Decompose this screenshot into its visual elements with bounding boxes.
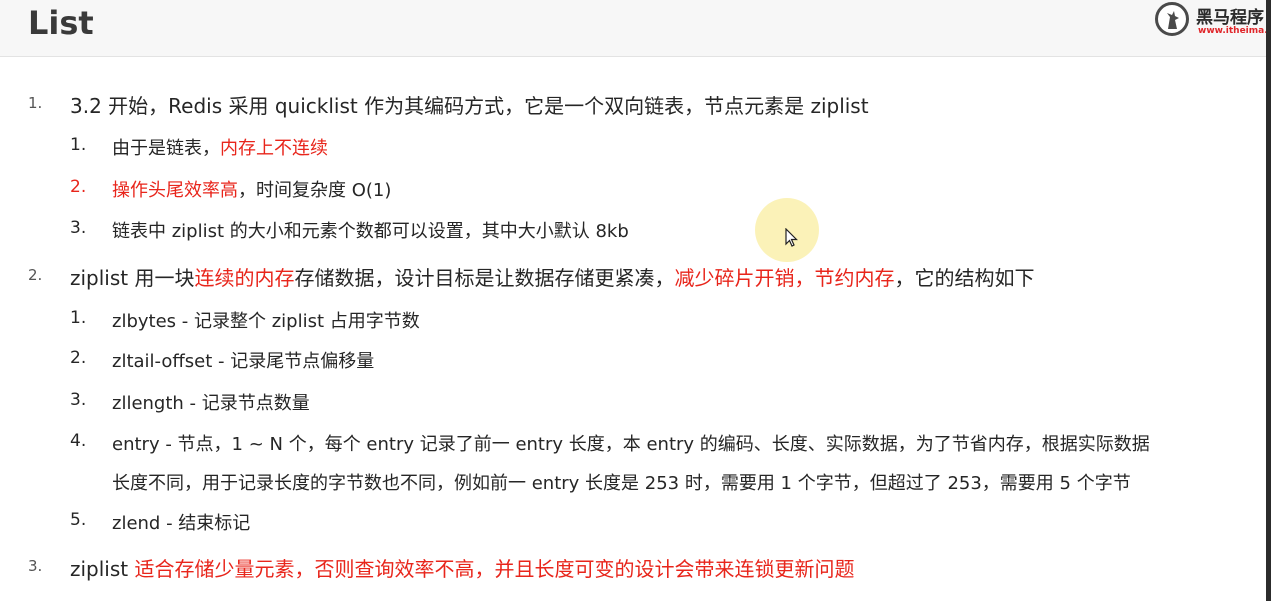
logo-url: www.itheima.c <box>1198 26 1271 36</box>
item-text: 链表中 ziplist 的大小和元素个数都可以设置，其中大小默认 8kb <box>112 221 629 242</box>
sub-item-number: 3. <box>70 218 87 238</box>
item-text: ziplist <box>70 557 135 581</box>
sub-list-item-continuation: 长度不同，用于记录长度的字节数也不同，例如前一 entry 长度是 253 时，… <box>112 473 1131 494</box>
highlighted-text: 操作头尾效率高 <box>112 180 238 201</box>
item-text: 存储数据，设计目标是让数据存储更紧凑， <box>294 266 675 290</box>
sub-item-number: 3. <box>70 390 87 410</box>
item-text: 由于是链表， <box>112 138 220 159</box>
sub-item-number: 4. <box>70 431 87 451</box>
logo-name: 黑马程序 <box>1196 8 1264 28</box>
logo-emblem-icon <box>1155 2 1189 36</box>
list-item: ziplist 适合存储少量元素，否则查询效率不高，并且长度可变的设计会带来连锁… <box>70 553 854 582</box>
sub-list-item: zllength - 记录节点数量 <box>112 389 310 415</box>
highlighted-text: 适合存储少量元素，否则查询效率不高，并且长度可变的设计会带来连锁更新问题 <box>134 557 855 581</box>
sub-list-item: zlbytes - 记录整个 ziplist 占用字节数 <box>112 307 420 333</box>
mouse-cursor-icon <box>785 228 798 247</box>
page-title: List <box>28 4 94 42</box>
sub-list-item: zlend - 结束标记 <box>112 509 250 535</box>
sub-item-number: 1. <box>70 135 87 155</box>
sub-list-item: entry - 节点，1 ~ N 个，每个 entry 记录了前一 entry … <box>112 430 1150 456</box>
highlighted-text: 连续的内存 <box>194 266 295 290</box>
item-text: zlbytes - 记录整个 ziplist 占用字节数 <box>112 311 420 332</box>
title-bar: List 黑马程序 www.itheima.c <box>0 0 1271 57</box>
item-text: zllength - 记录节点数量 <box>112 393 310 414</box>
item-text: 3.2 开始，Redis 采用 quicklist 作为其编码方式，它是一个双向… <box>70 94 869 118</box>
item-text: zlend - 结束标记 <box>112 513 251 534</box>
item-text: ，时间复杂度 O(1) <box>238 180 392 201</box>
highlighted-text: 减少碎片开销，节约内存 <box>674 266 895 290</box>
sub-list-item: 链表中 ziplist 的大小和元素个数都可以设置，其中大小默认 8kb <box>112 217 629 243</box>
item-text: ziplist 用一块 <box>70 266 195 290</box>
item-text: zltail-offset - 记录尾节点偏移量 <box>112 351 375 372</box>
sub-list-item: zltail-offset - 记录尾节点偏移量 <box>112 347 374 373</box>
brand-logo: 黑马程序 www.itheima.c <box>1150 0 1271 44</box>
sub-list-item: 由于是链表，内存上不连续 <box>112 134 328 160</box>
list-item: 3.2 开始，Redis 采用 quicklist 作为其编码方式，它是一个双向… <box>70 90 869 119</box>
sub-item-number: 2. <box>70 177 87 197</box>
highlighted-text: 内存上不连续 <box>220 138 328 159</box>
sub-list-item: 操作头尾效率高，时间复杂度 O(1) <box>112 176 391 202</box>
list-item-number: 2. <box>28 266 43 284</box>
list-item-number: 1. <box>28 94 43 112</box>
sub-item-number: 1. <box>70 308 87 328</box>
item-text: entry - 节点，1 ~ N 个，每个 entry 记录了前一 entry … <box>112 434 1150 455</box>
window-edge <box>1266 0 1271 601</box>
sub-item-number: 5. <box>70 510 87 530</box>
list-item-number: 3. <box>28 557 43 575</box>
sub-item-number: 2. <box>70 348 87 368</box>
item-text: ，它的结构如下 <box>894 266 1035 290</box>
list-item: ziplist 用一块连续的内存存储数据，设计目标是让数据存储更紧凑，减少碎片开… <box>70 262 1034 291</box>
